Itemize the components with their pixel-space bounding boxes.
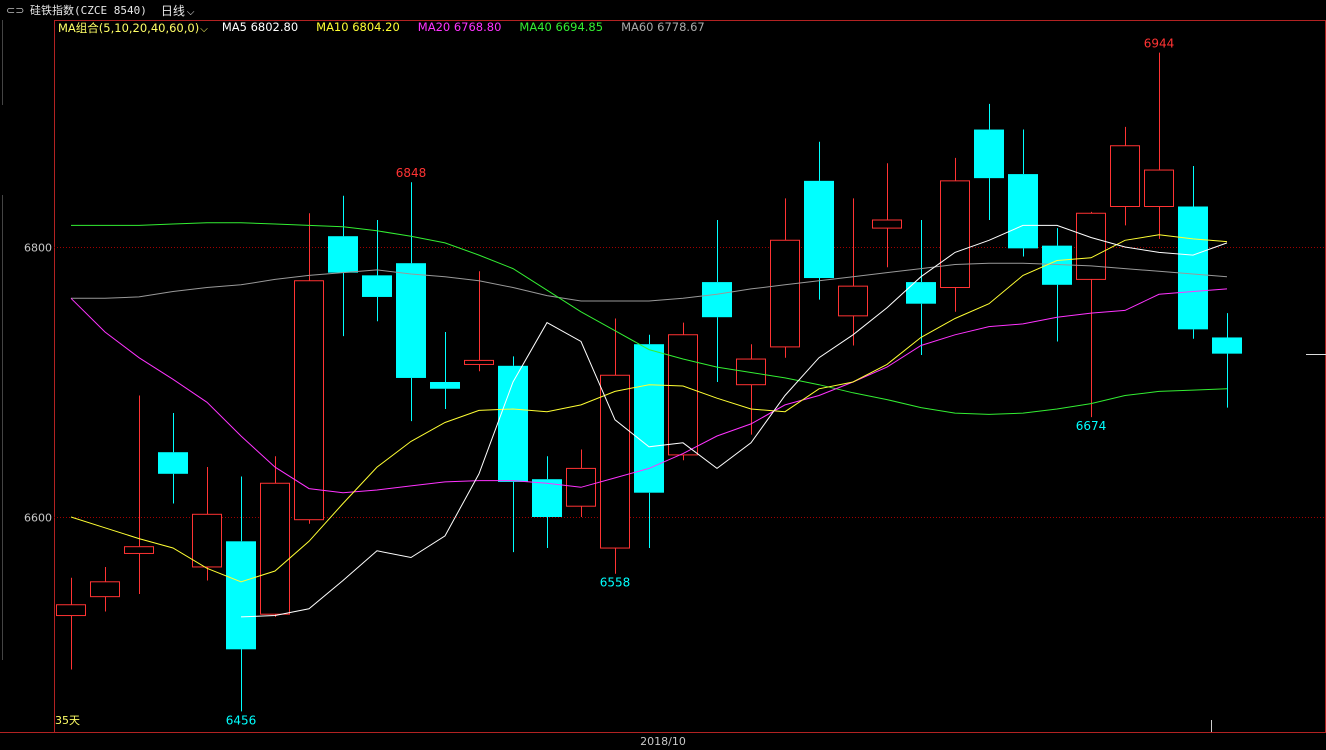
candle-2 — [124, 395, 154, 594]
candle-8 — [328, 195, 358, 337]
candle-1 — [90, 566, 120, 612]
candle-18 — [668, 322, 698, 461]
candle-body-up — [940, 180, 970, 289]
candle-20 — [736, 344, 766, 435]
date-axis-label: 2018/10 — [640, 735, 686, 748]
candle-23 — [838, 198, 868, 346]
candle-body-down — [702, 282, 732, 318]
candle-body-up — [736, 358, 766, 386]
candle-body-up — [56, 604, 86, 617]
candle-body-down — [328, 236, 358, 273]
candle-26 — [940, 157, 970, 312]
y-tick-label-6800: 6800 — [24, 242, 52, 255]
candle-13 — [498, 356, 528, 553]
candle-5 — [226, 476, 256, 712]
candle-29 — [1042, 228, 1072, 342]
extreme-label-6848: 6848 — [396, 166, 427, 180]
candle-body-down — [1212, 337, 1242, 354]
y-tick-label-6600: 6600 — [24, 512, 52, 525]
candle-body-down — [634, 344, 664, 493]
candle-body-up — [668, 334, 698, 456]
candle-3 — [158, 413, 188, 504]
candle-11 — [430, 332, 460, 409]
candle-body-up — [872, 219, 902, 229]
candle-body-up — [1110, 145, 1140, 207]
candle-body-up — [192, 513, 222, 568]
candlestick-chart[interactable]: 6600 6800 6456 6848 6558 6674 6944 — [0, 0, 1326, 750]
candle-body-down — [1178, 206, 1208, 330]
days-count-label: 35天 — [55, 714, 80, 727]
candle-4 — [192, 467, 222, 581]
candle-body-down — [974, 129, 1004, 179]
candle-0 — [56, 577, 86, 670]
candle-body-up — [1076, 212, 1106, 280]
candle-body-up — [838, 285, 868, 317]
candle-24 — [872, 163, 902, 268]
candle-15 — [566, 449, 596, 517]
candle-body-up — [90, 581, 120, 598]
candle-body-up — [124, 546, 154, 554]
candle-27 — [974, 103, 1004, 220]
candle-body-up — [600, 374, 630, 549]
candle-10 — [396, 182, 426, 422]
candle-16 — [600, 318, 630, 574]
candle-6 — [260, 456, 290, 617]
candle-34 — [1212, 313, 1242, 408]
candle-22 — [804, 141, 834, 300]
extreme-label-6456: 6456 — [226, 713, 257, 727]
candle-body-up — [464, 359, 494, 365]
candle-body-down — [396, 263, 426, 378]
candle-body-up — [770, 239, 800, 348]
candle-body-down — [804, 180, 834, 279]
candle-19 — [702, 220, 732, 382]
candle-body-down — [226, 541, 256, 650]
candle-28 — [1008, 129, 1038, 257]
candle-body-down — [906, 282, 936, 304]
extreme-label-6674: 6674 — [1076, 419, 1107, 433]
candle-33 — [1178, 166, 1208, 339]
candles — [56, 52, 1242, 712]
candle-body-up — [260, 482, 290, 615]
candle-17 — [634, 334, 664, 549]
candle-body-up — [1144, 169, 1174, 208]
chart-labels: 6456 6848 6558 6674 6944 — [226, 37, 1326, 732]
candle-body-up — [294, 280, 324, 521]
candle-body-down — [158, 452, 188, 474]
candle-31 — [1110, 126, 1140, 226]
candle-25 — [906, 220, 936, 355]
candle-14 — [532, 456, 562, 549]
candle-12 — [464, 271, 494, 372]
candle-7 — [294, 213, 324, 524]
candle-21 — [770, 198, 800, 358]
extreme-label-6944: 6944 — [1144, 37, 1175, 51]
candle-body-down — [430, 382, 460, 389]
candle-body-down — [1008, 174, 1038, 249]
candle-body-down — [362, 275, 392, 297]
extreme-label-6558: 6558 — [600, 576, 631, 590]
candle-32 — [1144, 52, 1174, 239]
